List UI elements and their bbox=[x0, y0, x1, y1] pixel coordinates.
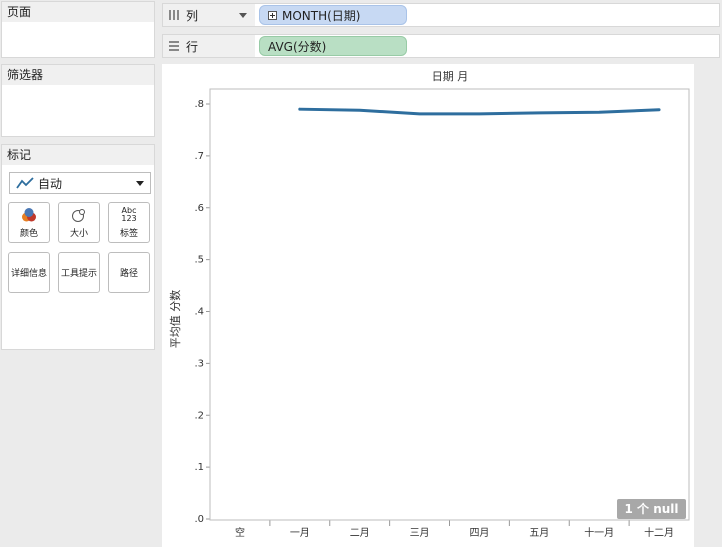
plot-frame bbox=[209, 88, 690, 521]
month-date-pill-label: MONTH(日期) bbox=[282, 8, 361, 23]
detail-button[interactable]: 详细信息 bbox=[8, 252, 50, 293]
month-date-pill[interactable]: MONTH(日期) bbox=[259, 5, 407, 25]
chart-title: 日期 月 bbox=[432, 70, 469, 83]
marks-panel-title: 标记 bbox=[2, 145, 154, 165]
y-axis-title: 平均值 分数 bbox=[169, 290, 182, 349]
y-tick-label: .7 bbox=[194, 151, 204, 162]
y-tick-label: .3 bbox=[194, 358, 204, 369]
tooltip-button-label: 工具提示 bbox=[60, 269, 97, 279]
line-chart-icon bbox=[16, 177, 34, 189]
pages-panel-title: 页面 bbox=[2, 2, 154, 22]
y-tick-label: .1 bbox=[194, 462, 204, 473]
series-layer[interactable] bbox=[298, 107, 661, 116]
path-button-label: 路径 bbox=[119, 269, 138, 279]
marks-panel: 标记 自动 颜色 大小 Abc 123 标签 详细信息 工具提示 路径 bbox=[1, 144, 155, 350]
label-button[interactable]: Abc 123 标签 bbox=[108, 202, 150, 243]
x-tick-label: 一月 bbox=[290, 527, 310, 539]
color-button[interactable]: 颜色 bbox=[8, 202, 50, 243]
x-tick-label: 二月 bbox=[350, 527, 370, 539]
text-label-icon: Abc 123 bbox=[121, 206, 136, 224]
y-tick-label: .8 bbox=[194, 99, 204, 110]
visualization-area: 日期 月 平均值 分数 .0 .1 .2 .3 .4 .5 .6 .7 .8 空 一月 二月 三月 四月… bbox=[162, 64, 694, 547]
series-line[interactable] bbox=[298, 107, 661, 116]
pages-panel: 页面 bbox=[1, 1, 155, 58]
line-chart: 日期 月 平均值 分数 .0 .1 .2 .3 .4 .5 .6 .7 .8 空 一月 二月 三月 四月… bbox=[169, 70, 690, 539]
filters-panel-title: 筛选器 bbox=[2, 65, 154, 85]
label-button-label: 标签 bbox=[119, 229, 138, 239]
filters-panel: 筛选器 bbox=[1, 64, 155, 137]
chevron-down-icon bbox=[136, 180, 144, 186]
columns-shelf[interactable]: 列 MONTH(日期) bbox=[162, 3, 720, 27]
label-icon-123: 123 bbox=[121, 214, 137, 223]
color-icon bbox=[21, 206, 37, 224]
columns-icon bbox=[169, 10, 179, 20]
detail-button-label: 详细信息 bbox=[10, 269, 47, 279]
y-tick-label: .2 bbox=[194, 410, 204, 421]
mark-type-dropdown[interactable]: 自动 bbox=[9, 172, 151, 194]
x-tick-label: 三月 bbox=[410, 527, 430, 539]
expand-plus-icon[interactable] bbox=[268, 10, 277, 20]
x-tick-label: 四月 bbox=[469, 527, 489, 539]
y-axis: .0 .1 .2 .3 .4 .5 .6 .7 .8 bbox=[194, 99, 210, 525]
y-tick-label: .5 bbox=[194, 255, 204, 266]
tooltip-button[interactable]: 工具提示 bbox=[58, 252, 100, 293]
chevron-down-icon[interactable] bbox=[239, 13, 247, 18]
x-axis: 空 一月 二月 三月 四月 五月 十一月 十二月 bbox=[235, 520, 674, 539]
mark-type-label: 自动 bbox=[38, 176, 63, 191]
path-button[interactable]: 路径 bbox=[108, 252, 150, 293]
size-button-label: 大小 bbox=[69, 229, 88, 239]
rows-shelf-header: 行 bbox=[163, 35, 255, 57]
y-tick-label: .0 bbox=[194, 514, 204, 525]
rows-shelf[interactable]: 行 AVG(分数) bbox=[162, 34, 720, 58]
null-indicator-badge[interactable]: 1 个 null bbox=[617, 499, 686, 519]
avg-score-pill-label: AVG(分数) bbox=[268, 39, 327, 54]
y-tick-label: .4 bbox=[194, 307, 204, 318]
x-tick-label: 空 bbox=[235, 526, 245, 539]
size-button[interactable]: 大小 bbox=[58, 202, 100, 243]
columns-shelf-label: 列 bbox=[186, 8, 199, 23]
y-tick-label: .6 bbox=[194, 203, 204, 214]
rows-shelf-label: 行 bbox=[186, 39, 199, 54]
color-button-label: 颜色 bbox=[19, 229, 38, 239]
columns-shelf-header: 列 bbox=[163, 4, 255, 26]
size-icon bbox=[71, 206, 87, 224]
x-tick-label: 十一月 bbox=[584, 526, 614, 539]
x-tick-label: 十二月 bbox=[644, 526, 674, 539]
rows-icon bbox=[169, 41, 179, 51]
avg-score-pill[interactable]: AVG(分数) bbox=[259, 36, 407, 56]
x-tick-label: 五月 bbox=[529, 527, 549, 539]
